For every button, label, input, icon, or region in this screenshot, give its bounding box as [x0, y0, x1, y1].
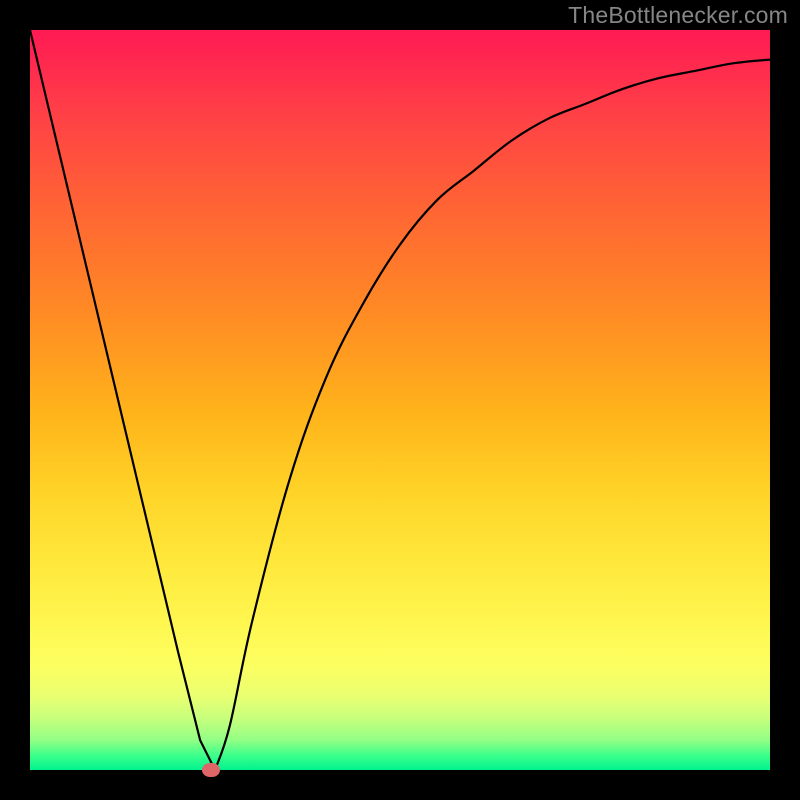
- bottleneck-curve: [30, 30, 770, 770]
- minimum-marker: [202, 763, 220, 777]
- chart-container: TheBottlenecker.com: [0, 0, 800, 800]
- plot-area: [30, 30, 770, 770]
- watermark-label: TheBottlenecker.com: [568, 2, 788, 29]
- curve-path: [30, 30, 770, 770]
